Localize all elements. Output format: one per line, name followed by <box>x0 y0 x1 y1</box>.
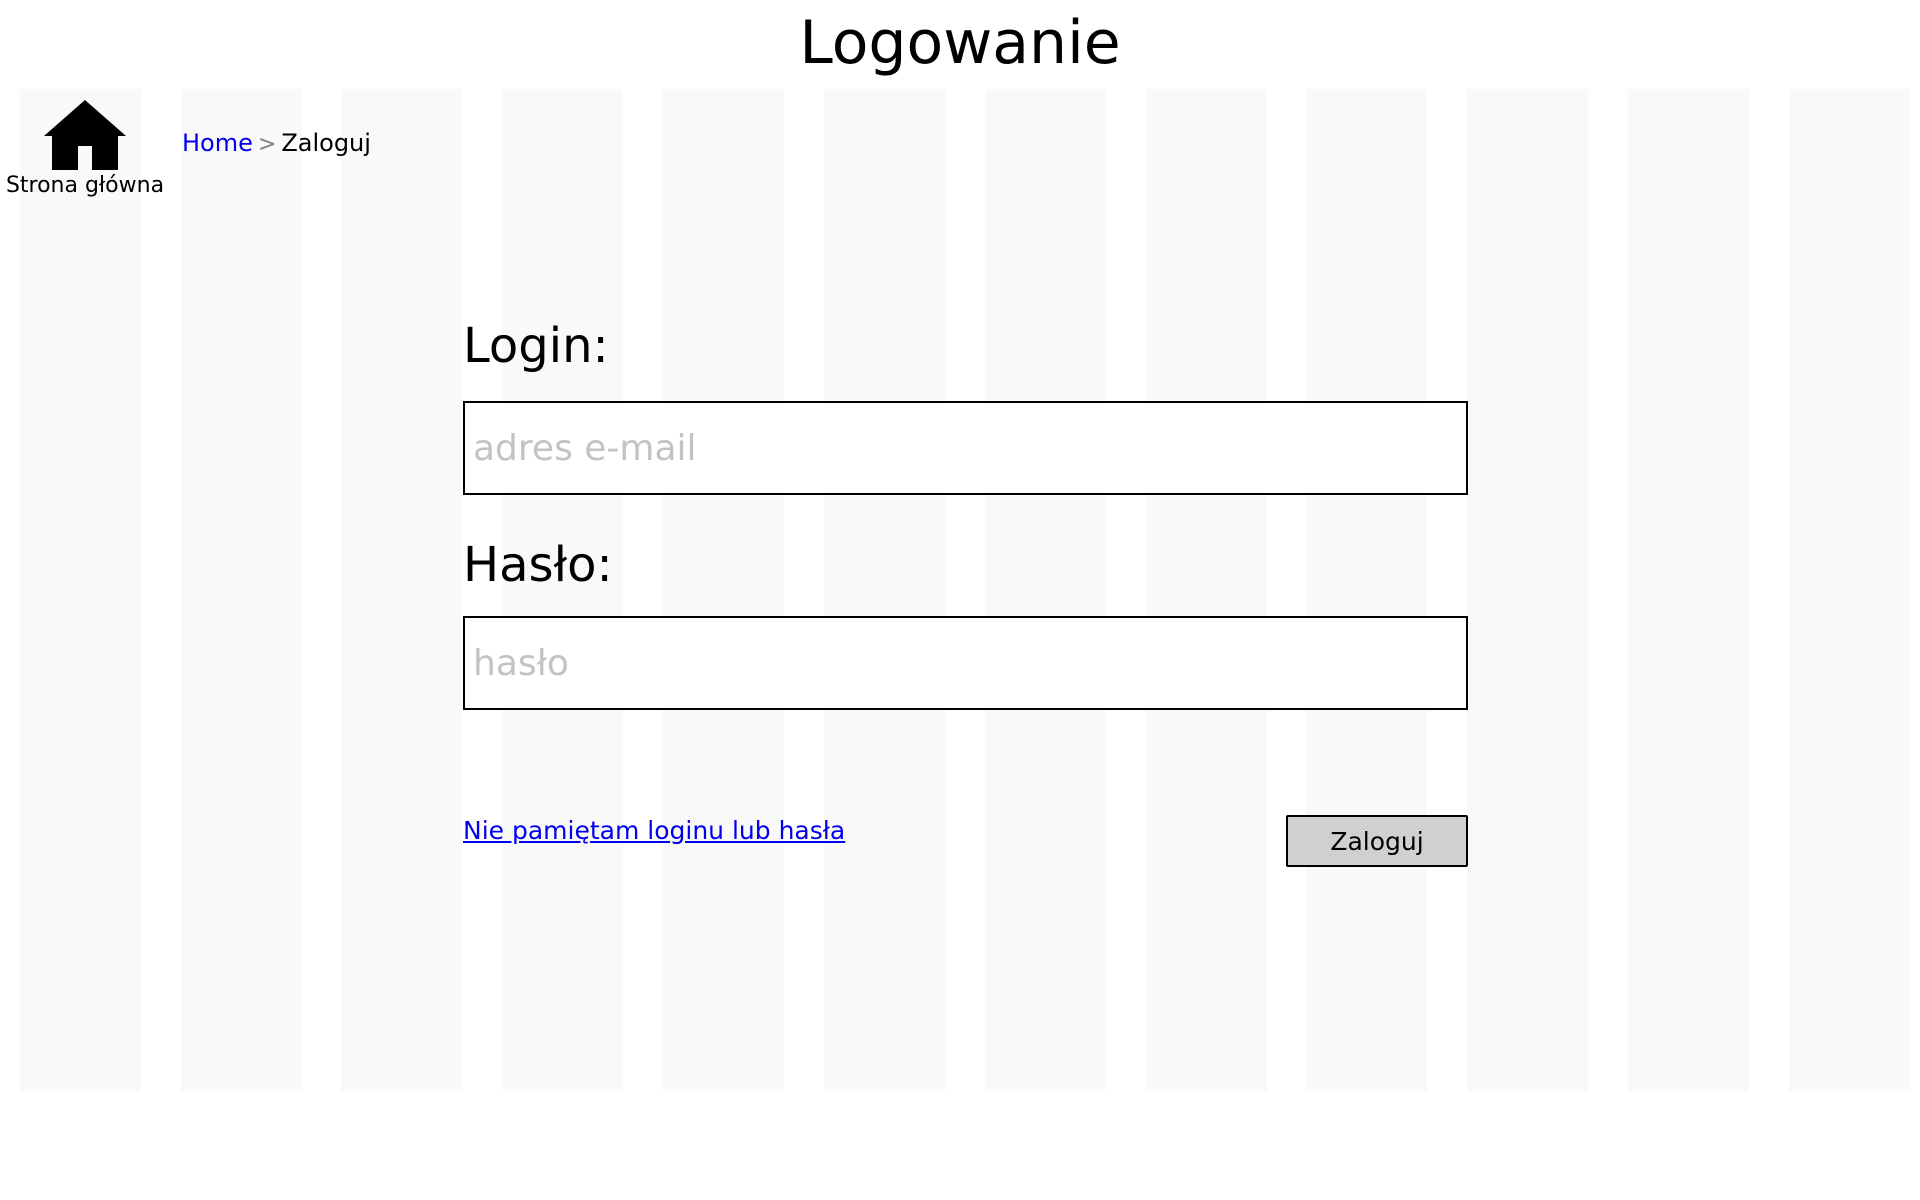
breadcrumb-home-link[interactable]: Home <box>182 129 253 157</box>
breadcrumb-separator: > <box>257 132 277 157</box>
grid-column <box>1146 89 1267 1091</box>
login-submit-button[interactable]: Zaloguj <box>1286 815 1468 867</box>
home-icon <box>44 100 126 170</box>
grid-column <box>181 89 302 1091</box>
breadcrumb-current: Zaloguj <box>281 129 371 157</box>
grid-column <box>341 89 462 1091</box>
login-email-input[interactable] <box>463 401 1468 495</box>
grid-column <box>20 89 141 1091</box>
grid-column <box>663 89 784 1091</box>
login-label: Login: <box>463 318 609 374</box>
home-nav-button[interactable]: Strona główna <box>4 98 166 200</box>
grid-column <box>1628 89 1749 1091</box>
grid-column <box>985 89 1106 1091</box>
grid-column <box>1789 89 1910 1091</box>
grid-column <box>824 89 945 1091</box>
password-label: Hasło: <box>463 537 613 593</box>
grid-column <box>1467 89 1588 1091</box>
grid-column <box>1306 89 1427 1091</box>
forgot-credentials-link[interactable]: Nie pamiętam loginu lub hasła <box>463 815 845 847</box>
home-label: Strona główna <box>5 173 165 198</box>
page-title: Logowanie <box>799 8 1121 78</box>
password-input[interactable] <box>463 616 1468 710</box>
breadcrumb: Home > Zaloguj <box>182 128 371 160</box>
